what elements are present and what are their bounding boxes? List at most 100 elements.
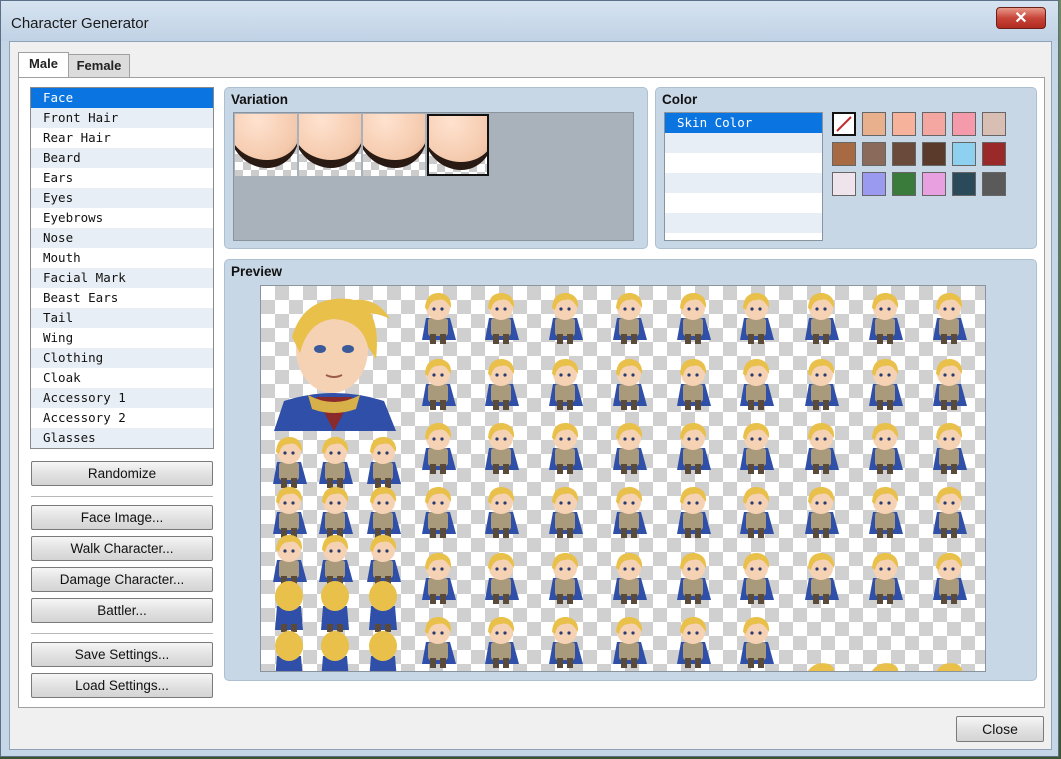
randomize-button[interactable]: Randomize xyxy=(31,461,213,486)
variation-thumb[interactable] xyxy=(363,114,425,176)
list-item xyxy=(665,153,822,173)
face-shape xyxy=(299,114,361,168)
list-item[interactable]: Face xyxy=(31,88,213,108)
character-sprite xyxy=(543,354,587,412)
list-item[interactable]: Beard xyxy=(31,148,213,168)
character-sprite xyxy=(734,354,778,412)
color-swatch[interactable] xyxy=(892,142,916,166)
color-swatch[interactable] xyxy=(982,142,1006,166)
color-item-skin[interactable]: Skin Color xyxy=(665,113,822,133)
color-swatch[interactable] xyxy=(832,142,856,166)
character-sprite xyxy=(416,418,460,476)
color-swatch[interactable] xyxy=(982,172,1006,196)
damage-character-button[interactable]: Damage Character... xyxy=(31,567,213,592)
list-item[interactable]: Beast Ears xyxy=(31,288,213,308)
character-sprite xyxy=(863,418,907,476)
character-sprite xyxy=(313,626,357,671)
save-settings-button[interactable]: Save Settings... xyxy=(31,642,213,667)
color-swatch[interactable] xyxy=(922,142,946,166)
character-sprite xyxy=(927,634,971,671)
character-sprite xyxy=(479,288,523,346)
character-sprite xyxy=(863,354,907,412)
character-sprite xyxy=(416,288,460,346)
close-button[interactable]: Close xyxy=(956,716,1044,742)
list-item[interactable]: Nose xyxy=(31,228,213,248)
character-sprite xyxy=(543,612,587,670)
tab-female[interactable]: Female xyxy=(68,54,130,78)
color-swatch[interactable] xyxy=(922,172,946,196)
character-sprite xyxy=(799,288,843,346)
battler-button[interactable]: Battler... xyxy=(31,598,213,623)
character-sprite xyxy=(267,626,311,671)
character-sprite xyxy=(543,548,587,606)
variation-thumbnails xyxy=(233,112,634,241)
list-item[interactable]: Cloak xyxy=(31,368,213,388)
color-category-list[interactable]: Skin Color xyxy=(664,112,823,241)
character-sprite xyxy=(543,482,587,540)
title-bar[interactable]: Character Generator ✕ xyxy=(1,1,1058,41)
walk-character-button[interactable]: Walk Character... xyxy=(31,536,213,561)
color-swatch[interactable] xyxy=(892,172,916,196)
variation-thumb[interactable] xyxy=(299,114,361,176)
color-swatch[interactable] xyxy=(892,112,916,136)
list-item[interactable]: Eyebrows xyxy=(31,208,213,228)
character-sprite xyxy=(863,482,907,540)
preview-title: Preview xyxy=(231,264,283,279)
variation-thumb[interactable] xyxy=(427,114,489,176)
tab-panel: Face Front Hair Rear Hair Beard Ears Eyes Eyeb… xyxy=(18,77,1045,708)
list-item[interactable]: Glasses xyxy=(31,428,213,448)
face-shape xyxy=(363,114,425,168)
character-sprite xyxy=(863,548,907,606)
character-sprite xyxy=(607,548,651,606)
color-swatch[interactable] xyxy=(832,172,856,196)
list-item[interactable]: Ears xyxy=(31,168,213,188)
character-sprite xyxy=(927,354,971,412)
character-sprite xyxy=(416,482,460,540)
character-sprite xyxy=(607,612,651,670)
character-generator-window: Character Generator ✕ Male Female Face Fr… xyxy=(0,0,1059,757)
list-item[interactable]: Accessory 2 xyxy=(31,408,213,428)
character-sprite xyxy=(479,354,523,412)
color-swatch[interactable] xyxy=(862,142,886,166)
face-image-button[interactable]: Face Image... xyxy=(31,505,213,530)
character-sprite xyxy=(734,482,778,540)
list-item[interactable]: Facial Mark xyxy=(31,268,213,288)
dialog-client: Male Female Face Front Hair Rear Hair Beard… xyxy=(9,41,1052,750)
color-swatch[interactable] xyxy=(952,172,976,196)
color-swatch[interactable] xyxy=(952,142,976,166)
color-swatch[interactable] xyxy=(832,112,856,136)
character-sprite xyxy=(734,612,778,670)
list-item[interactable]: Clothing xyxy=(31,348,213,368)
variation-title: Variation xyxy=(231,92,289,107)
character-sprite xyxy=(671,612,715,670)
character-sprite xyxy=(607,418,651,476)
list-item[interactable]: Eyes xyxy=(31,188,213,208)
character-sprite xyxy=(479,482,523,540)
character-sprite xyxy=(927,482,971,540)
character-sprite xyxy=(671,288,715,346)
list-item[interactable]: Rear Hair xyxy=(31,128,213,148)
window-close-button[interactable]: ✕ xyxy=(996,7,1046,29)
character-sprite xyxy=(734,418,778,476)
list-item[interactable]: Tail xyxy=(31,308,213,328)
color-group: Color Skin Color xyxy=(655,87,1037,249)
list-item xyxy=(665,213,822,233)
parts-list[interactable]: Face Front Hair Rear Hair Beard Ears Eyes Eyeb… xyxy=(30,87,214,449)
list-item xyxy=(665,173,822,193)
list-item xyxy=(665,193,822,213)
color-swatch[interactable] xyxy=(952,112,976,136)
tab-male[interactable]: Male xyxy=(18,52,69,79)
color-swatch[interactable] xyxy=(982,112,1006,136)
color-swatch[interactable] xyxy=(922,112,946,136)
list-item[interactable]: Front Hair xyxy=(31,108,213,128)
character-sprite xyxy=(361,626,405,671)
load-settings-button[interactable]: Load Settings... xyxy=(31,673,213,698)
variation-thumb[interactable] xyxy=(235,114,297,176)
list-item[interactable]: Mouth xyxy=(31,248,213,268)
list-item[interactable]: Wing xyxy=(31,328,213,348)
list-item[interactable]: Accessory 1 xyxy=(31,388,213,408)
color-swatch[interactable] xyxy=(862,172,886,196)
color-swatch[interactable] xyxy=(862,112,886,136)
character-sprite xyxy=(799,634,843,671)
character-sprite xyxy=(543,288,587,346)
